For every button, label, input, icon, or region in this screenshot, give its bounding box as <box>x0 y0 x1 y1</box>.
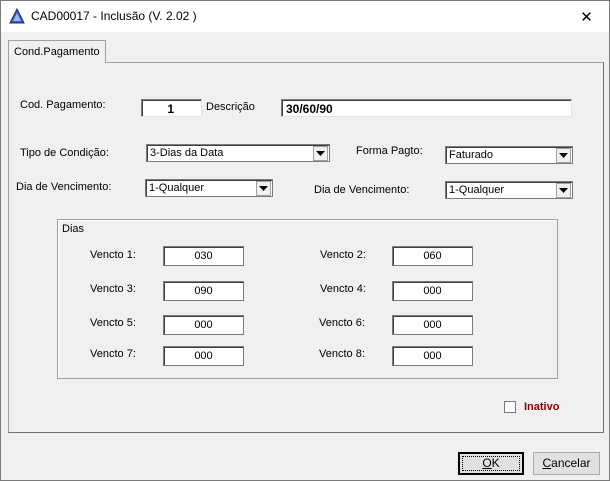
dia-vencimento-select-1[interactable]: 1-Qualquer <box>145 179 273 197</box>
descricao-field[interactable]: 30/60/90 <box>281 99 572 117</box>
cancelar-accel: C <box>542 456 552 470</box>
dia-vencimento-value-2: 1-Qualquer <box>449 184 505 196</box>
forma-pagto-select[interactable]: Faturado <box>445 146 573 164</box>
chevron-down-icon[interactable] <box>556 183 571 198</box>
cod-pagamento-field[interactable]: 1 <box>141 99 202 117</box>
tab-label: Cond.Pagamento <box>14 46 100 58</box>
dias-group-title: Dias <box>62 223 85 235</box>
chevron-down-icon[interactable] <box>256 181 271 196</box>
title-bar[interactable]: CAD00017 - Inclusão (V. 2.02 ) ✕ <box>1 1 609 32</box>
cod-pagamento-value: 1 <box>167 102 174 116</box>
descricao-value: 30/60/90 <box>286 102 333 116</box>
vencto-8-input[interactable]: 000 <box>392 346 473 366</box>
vencto-8-label: Vencto 8: <box>319 348 365 360</box>
dia-vencimento-label-1: Dia de Vencimento: <box>16 181 112 193</box>
vencto-2-input[interactable]: 060 <box>392 246 473 266</box>
vencto-7-input[interactable]: 000 <box>163 346 244 366</box>
dia-vencimento-label-2: Dia de Vencimento: <box>314 184 410 196</box>
forma-pagto-label: Forma Pagto: <box>356 145 423 157</box>
chevron-down-icon[interactable] <box>313 146 328 161</box>
vencto-4-input[interactable]: 000 <box>392 281 473 301</box>
dia-vencimento-select-2[interactable]: 1-Qualquer <box>445 181 573 199</box>
descricao-label: Descrição <box>206 101 255 113</box>
vencto-6-input[interactable]: 000 <box>392 315 473 335</box>
cancelar-button[interactable]: Cancelar <box>533 452 600 475</box>
tipo-condicao-value: 3-Dias da Data <box>150 147 224 159</box>
close-button[interactable]: ✕ <box>564 1 609 32</box>
vencto-5-input[interactable]: 000 <box>163 315 244 335</box>
focus-rect <box>462 456 520 471</box>
vencto-2-label: Vencto 2: <box>320 249 366 261</box>
tab-cond-pagamento[interactable]: Cond.Pagamento <box>8 40 106 63</box>
tipo-condicao-label: Tipo de Condição: <box>20 147 109 159</box>
dia-vencimento-value-1: 1-Qualquer <box>149 182 205 194</box>
vencto-1-label: Vencto 1: <box>90 249 136 261</box>
vencto-3-input[interactable]: 090 <box>163 281 244 301</box>
vencto-6-label: Vencto 6: <box>319 317 365 329</box>
vencto-7-label: Vencto 7: <box>90 348 136 360</box>
cancelar-label: ancelar <box>551 456 591 470</box>
vencto-1-input[interactable]: 030 <box>163 246 244 266</box>
vencto-5-label: Vencto 5: <box>90 317 136 329</box>
window-title: CAD00017 - Inclusão (V. 2.02 ) <box>31 9 197 23</box>
vencto-3-label: Vencto 3: <box>90 283 136 295</box>
close-icon: ✕ <box>580 8 593 26</box>
ok-button[interactable]: OK <box>458 452 524 475</box>
dialog-window: CAD00017 - Inclusão (V. 2.02 ) ✕ Cond.Pa… <box>0 0 610 481</box>
forma-pagto-value: Faturado <box>449 149 494 161</box>
tipo-condicao-select[interactable]: 3-Dias da Data <box>146 144 330 162</box>
chevron-down-icon[interactable] <box>556 148 571 163</box>
inativo-label[interactable]: Inativo <box>524 401 559 413</box>
cod-pagamento-label: Cod. Pagamento: <box>20 99 106 111</box>
vencto-4-label: Vencto 4: <box>320 283 366 295</box>
inativo-checkbox[interactable] <box>504 401 516 413</box>
app-icon <box>9 8 25 24</box>
